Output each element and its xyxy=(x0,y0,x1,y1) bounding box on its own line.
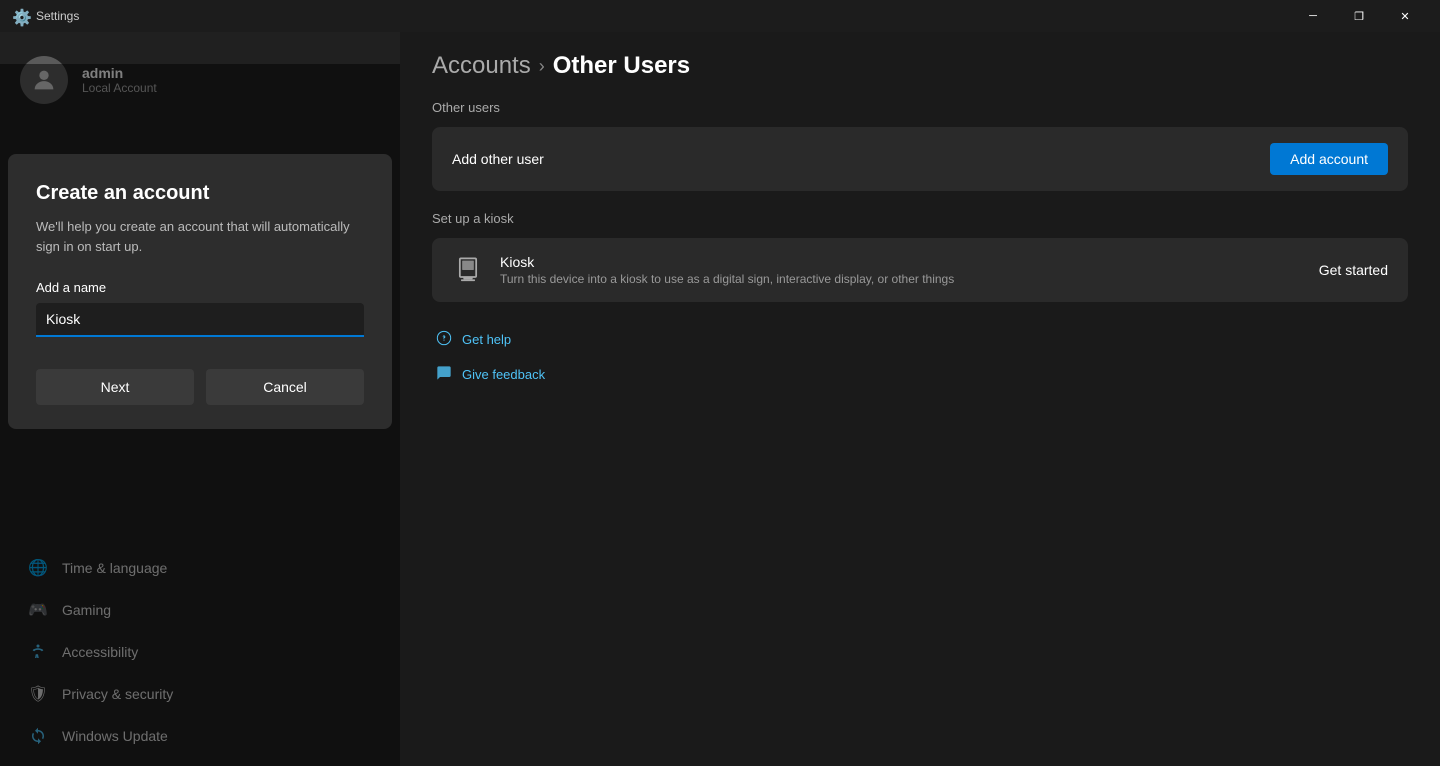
get-help-label: Get help xyxy=(462,332,511,347)
app-container: admin Local Account 🌐 Time & language 🎮 … xyxy=(0,32,1440,766)
dialog-overlay: Create an account We'll help you create … xyxy=(0,64,400,766)
add-other-user-card: Add other user Add account xyxy=(432,127,1408,191)
minimize-button[interactable]: ─ xyxy=(1290,0,1336,32)
give-feedback-link[interactable]: Give feedback xyxy=(432,357,1408,392)
add-name-label: Add a name xyxy=(36,280,364,295)
get-help-link[interactable]: Get help xyxy=(432,322,1408,357)
breadcrumb: Accounts › Other Users xyxy=(432,52,1408,80)
titlebar: ⚙️ Settings ─ ❐ ✕ xyxy=(0,0,1440,32)
dialog-description: We'll help you create an account that wi… xyxy=(36,217,364,256)
titlebar-title: Settings xyxy=(36,9,1290,23)
kiosk-section-title: Set up a kiosk xyxy=(432,211,1408,226)
restore-button[interactable]: ❐ xyxy=(1336,0,1382,32)
kiosk-description: Turn this device into a kiosk to use as … xyxy=(500,272,1303,286)
kiosk-row: Kiosk Turn this device into a kiosk to u… xyxy=(432,238,1408,302)
name-input[interactable] xyxy=(36,303,364,337)
cancel-button[interactable]: Cancel xyxy=(206,369,364,405)
settings-icon: ⚙️ xyxy=(12,8,28,24)
give-feedback-label: Give feedback xyxy=(462,367,545,382)
window-controls: ─ ❐ ✕ xyxy=(1290,0,1428,32)
kiosk-icon xyxy=(452,254,484,286)
kiosk-text: Kiosk Turn this device into a kiosk to u… xyxy=(500,254,1303,286)
add-other-user-row: Add other user Add account xyxy=(432,127,1408,191)
add-other-user-label: Add other user xyxy=(452,151,1254,167)
next-button[interactable]: Next xyxy=(36,369,194,405)
add-other-user-text: Add other user xyxy=(452,151,1254,167)
feedback-icon xyxy=(436,365,452,384)
kiosk-title: Kiosk xyxy=(500,254,1303,270)
close-button[interactable]: ✕ xyxy=(1382,0,1428,32)
help-links: Get help Give feedback xyxy=(432,322,1408,392)
help-icon xyxy=(436,330,452,349)
create-account-dialog: Create an account We'll help you create … xyxy=(8,154,392,429)
kiosk-card: Kiosk Turn this device into a kiosk to u… xyxy=(432,238,1408,302)
breadcrumb-separator: › xyxy=(539,56,545,77)
dialog-buttons: Next Cancel xyxy=(36,369,364,405)
dialog-title: Create an account xyxy=(36,182,364,205)
get-started-button[interactable]: Get started xyxy=(1319,262,1388,278)
other-users-section-title: Other users xyxy=(432,100,1408,115)
add-account-button[interactable]: Add account xyxy=(1270,143,1388,175)
main-content: Accounts › Other Users Other users Add o… xyxy=(400,32,1440,766)
breadcrumb-current: Other Users xyxy=(553,52,690,80)
breadcrumb-parent[interactable]: Accounts xyxy=(432,52,531,80)
